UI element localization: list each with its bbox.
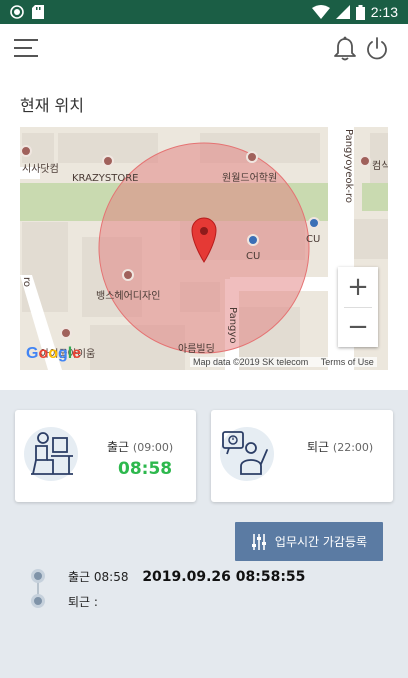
raised-hand-worker-icon [219,426,275,482]
poi-icon [359,155,371,167]
app-icon [10,5,24,19]
map-label: 뱅스헤어디자인 [96,291,161,302]
checkin-label: 출근 [107,440,130,454]
poi-icon [246,151,258,163]
location-title: 현재 위치 [20,96,84,115]
map-label: CU [246,251,261,262]
checkout-scheduled: (22:00) [332,441,374,454]
battery-icon [355,4,365,20]
checkout-label: 퇴근 [307,440,330,454]
status-time: 2:13 [370,4,398,20]
app-bar [0,24,408,72]
menu-icon[interactable] [14,36,40,60]
checkin-card[interactable]: 출근 (09:00) 08:58 [15,410,196,502]
map-zoom-control: + − [338,267,378,347]
sliders-icon [251,533,266,550]
status-bar: 2:13 [0,0,408,24]
attendance-panel: 출근 (09:00) 08:58 퇴근 (22:00) 업무시간 가감등록 출근… [0,390,408,678]
poi-icon [308,217,320,229]
map-label: 시사닷컴 [22,164,59,175]
map-label: 컴식 [372,161,388,172]
status-right: 2:13 [311,3,398,21]
google-logo: Google [26,345,82,362]
timeline-checkin-row: 출근 08:58 2019.09.26 08:58:55 [68,568,305,585]
work-hours-adjust-label: 업무시간 가감등록 [274,535,368,549]
signal-icon [335,5,350,19]
zoom-out-button[interactable]: − [338,307,378,347]
poi-icon [102,155,114,167]
poi-icon [20,145,32,157]
wifi-icon [311,5,330,19]
work-hours-adjust-button[interactable]: 업무시간 가감등록 [235,522,383,561]
map-label: ro [21,277,32,288]
map-attribution-text: Map data ©2019 SK telecom [193,357,309,367]
map-label: 원월드어학원 [222,173,278,184]
checkin-scheduled: (09:00) [132,441,174,454]
map-label: Pangyoyeok-ro [343,129,354,204]
map-label: KRAZYSTORE [72,173,139,184]
checkout-title: 퇴근 (22:00) [307,438,373,455]
poi-icon [122,269,134,281]
timeline-checkout-label: 퇴근 : [68,595,98,609]
timeline-dot [31,569,45,583]
checkin-actual-time: 08:58 [118,459,173,479]
map-attribution[interactable]: Map data ©2019 SK telecom Terms of Use [190,357,377,367]
power-icon[interactable] [364,36,390,62]
poi-icon [247,234,259,246]
timeline-checkout-row: 퇴근 : [68,593,98,610]
desk-worker-icon [23,426,79,482]
map-label: 아름빌딩 [178,344,215,355]
terms-link[interactable]: Terms of Use [321,357,374,367]
zoom-in-button[interactable]: + [338,267,378,307]
timeline-checkin-label: 출근 08:58 [68,570,129,584]
bell-icon[interactable] [332,36,358,62]
map-label: CU [306,234,321,245]
location-map[interactable]: 시사닷컴 KRAZYSTORE 원월드어학원 CU CU 뱅스헤어디자인 컴식 … [20,127,388,370]
map-label: Pangyo [227,307,238,344]
timeline-dot [31,594,45,608]
poi-icon [60,327,72,339]
checkin-title: 출근 (09:00) [107,438,173,455]
sd-card-icon [32,5,44,19]
map-base [20,127,388,370]
timeline-checkin-stamp: 2019.09.26 08:58:55 [142,569,306,585]
status-left [10,4,44,20]
checkout-card[interactable]: 퇴근 (22:00) [211,410,393,502]
